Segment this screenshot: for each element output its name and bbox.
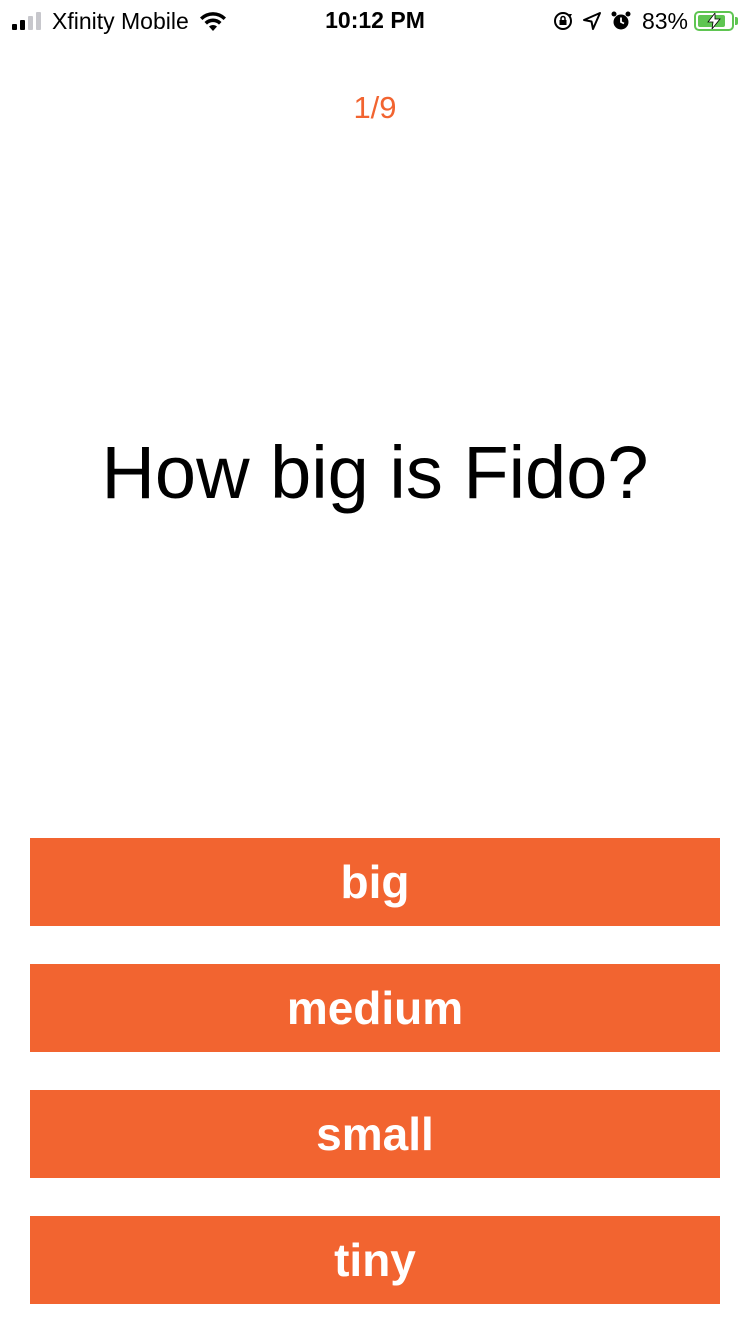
charging-bolt-icon — [696, 13, 732, 29]
carrier-name: Xfinity Mobile — [52, 7, 189, 34]
answer-button-big[interactable]: big — [30, 838, 720, 926]
answer-button-medium[interactable]: medium — [30, 964, 720, 1052]
status-bar-left: Xfinity Mobile — [12, 8, 229, 34]
wifi-icon — [199, 12, 226, 31]
answer-list: big medium small tiny — [30, 838, 720, 1334]
answer-button-small[interactable]: small — [30, 1090, 720, 1178]
orientation-lock-icon — [552, 10, 574, 32]
battery-percentage: 83% — [641, 7, 688, 34]
cellular-signal-icon — [12, 12, 44, 30]
battery-charging-icon — [694, 11, 734, 31]
answer-button-tiny[interactable]: tiny — [30, 1216, 720, 1304]
quiz-screen: Xfinity Mobile 10:12 PM 83% 1/9 How big … — [0, 0, 750, 1334]
alarm-icon — [610, 10, 632, 32]
question-progress: 1/9 — [353, 90, 397, 125]
status-bar-right: 83% — [544, 8, 738, 34]
status-bar: Xfinity Mobile 10:12 PM 83% — [0, 0, 750, 42]
location-arrow-icon — [582, 11, 602, 31]
battery-cap — [735, 17, 738, 25]
question-text: How big is Fido? — [101, 431, 649, 514]
